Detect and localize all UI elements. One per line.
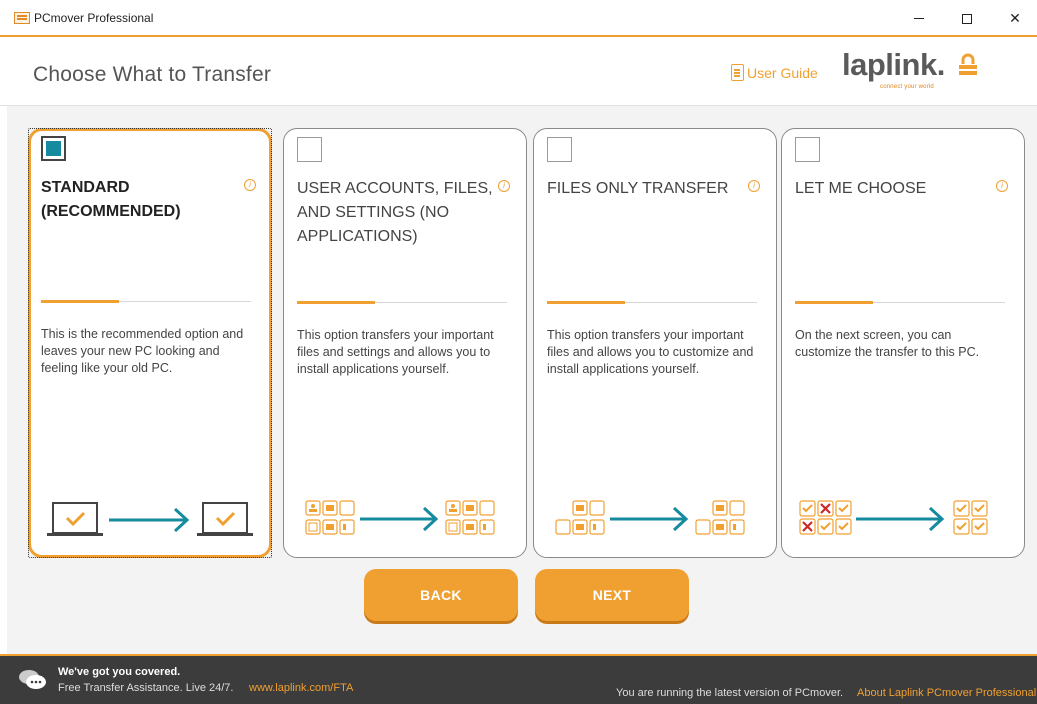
option-card-let-me-choose[interactable]: LET ME CHOOSE i On the next screen, you … — [781, 128, 1025, 558]
fta-link[interactable]: www.laplink.com/FTA — [249, 682, 353, 694]
card-title: FILES ONLY TRANSFER — [547, 180, 729, 197]
minimize-button[interactable] — [896, 0, 942, 37]
card-title: STANDARD (RECOMMENDED) — [41, 179, 181, 220]
card-description: On the next screen, you can customize th… — [795, 328, 980, 359]
info-icon[interactable]: i — [748, 180, 760, 192]
checkbox-let-me-choose[interactable] — [795, 137, 820, 162]
about-link[interactable]: About Laplink PCmover Professional — [857, 687, 1037, 699]
info-icon[interactable]: i — [996, 180, 1008, 192]
close-icon: ✕ — [1009, 10, 1021, 26]
card-divider — [795, 301, 1005, 304]
maximize-icon — [962, 13, 972, 24]
chat-icon — [19, 670, 46, 689]
logo-tagline: connect your world — [880, 84, 934, 90]
info-icon[interactable]: i — [498, 180, 510, 192]
info-icon[interactable]: i — [244, 179, 256, 191]
user-guide-label: User Guide — [747, 64, 818, 81]
card-divider — [297, 301, 507, 304]
main-content: STANDARD (RECOMMENDED) i This is the rec… — [7, 106, 1037, 654]
footer: We've got you covered. Free Transfer Ass… — [0, 654, 1037, 704]
footer-subtext: Free Transfer Assistance. Live 24/7. — [58, 682, 234, 694]
close-button[interactable]: ✕ — [992, 0, 1037, 37]
next-button[interactable]: NEXT — [535, 569, 689, 621]
custom-selection-illustration — [799, 500, 988, 535]
footer-headline: We've got you covered. — [58, 666, 181, 678]
card-title: LET ME CHOOSE — [795, 180, 927, 197]
lock-icon — [959, 53, 977, 75]
card-title: USER ACCOUNTS, FILES, AND SETTINGS (NO A… — [297, 180, 493, 245]
checkbox-files-only[interactable] — [547, 137, 572, 162]
option-card-files-only[interactable]: FILES ONLY TRANSFER i This option transf… — [533, 128, 777, 558]
version-status: You are running the latest version of PC… — [616, 687, 844, 699]
files-transfer-illustration — [305, 500, 495, 535]
minimize-icon — [914, 18, 924, 19]
option-card-user-accounts[interactable]: USER ACCOUNTS, FILES, AND SETTINGS (NO A… — [283, 128, 527, 558]
document-icon — [731, 64, 744, 81]
laplink-logo: laplink. connect your world — [842, 47, 982, 97]
card-divider — [41, 300, 251, 303]
option-card-standard[interactable]: STANDARD (RECOMMENDED) i This is the rec… — [28, 128, 272, 558]
user-guide-link[interactable]: User Guide — [731, 64, 818, 81]
card-description: This option transfers your important fil… — [297, 328, 494, 376]
card-divider — [547, 301, 757, 304]
card-description: This option transfers your important fil… — [547, 328, 754, 376]
title-bar: PCmover Professional ✕ — [0, 0, 1037, 37]
laptop-icon — [47, 502, 103, 536]
files-only-illustration — [555, 500, 745, 535]
window-title: PCmover Professional — [34, 11, 154, 25]
card-description: This is the recommended option and leave… — [41, 327, 244, 375]
checkbox-user-accounts[interactable] — [297, 137, 322, 162]
checkbox-standard[interactable] — [41, 136, 66, 161]
header: Choose What to Transfer User Guide lapli… — [0, 39, 1037, 106]
maximize-button[interactable] — [944, 0, 990, 37]
page-title: Choose What to Transfer — [33, 63, 272, 86]
logo-text: laplink. — [842, 47, 945, 82]
back-button[interactable]: BACK — [364, 569, 518, 621]
pc-to-pc-illustration — [47, 502, 253, 536]
laptop-icon — [197, 502, 253, 536]
app-icon — [14, 12, 30, 24]
